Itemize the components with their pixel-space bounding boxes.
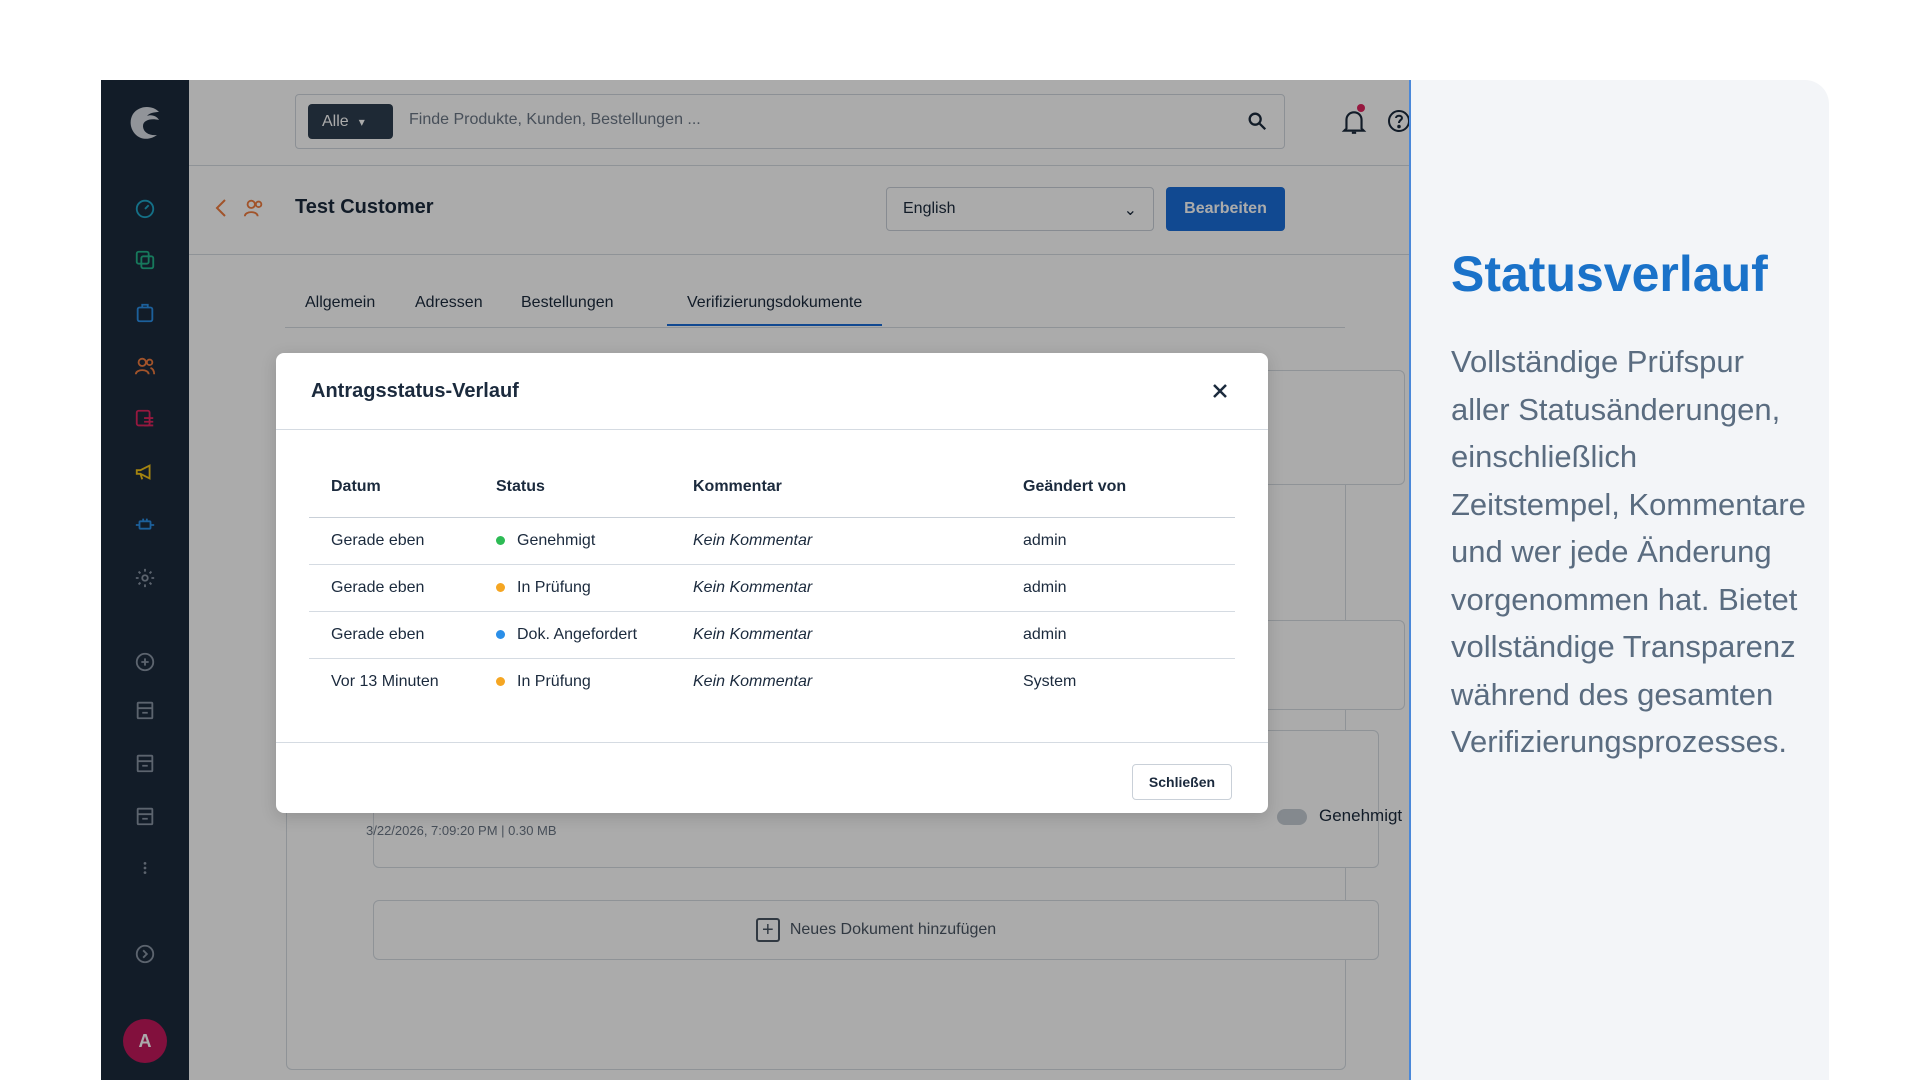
status-dot [496, 629, 505, 639]
row-comment: Kein Kommentar [693, 672, 813, 690]
status-dot [496, 677, 505, 687]
table-row: Gerade eben Genehmigt Kein Kommentar adm… [309, 517, 1235, 565]
table-row: Gerade eben In Prüfung Kein Kommentar ad… [309, 564, 1235, 612]
row-changed-by: System [1023, 672, 1077, 690]
status-history-table: Datum Status Kommentar Geändert von Gera… [309, 457, 1235, 705]
status-label: Dok. Angefordert [517, 625, 638, 643]
status-label: In Prüfung [517, 672, 591, 690]
info-panel: Statusverlauf Vollständige Prüfspur alle… [1409, 80, 1829, 1080]
row-status: In Prüfung [474, 564, 671, 612]
table-row: Gerade eben Dok. Angefordert Kein Kommen… [309, 611, 1235, 659]
info-description: Vollständige Prüfspur aller Statusänderu… [1451, 344, 1806, 759]
row-comment: Kein Kommentar [671, 611, 1001, 659]
info-title: Statusverlauf [1451, 246, 1768, 302]
row-date: Vor 13 Minuten [331, 672, 439, 690]
row-comment: Kein Kommentar [671, 517, 1001, 565]
row-status: Dok. Angefordert [474, 611, 671, 659]
close-button[interactable]: Schließen [1132, 764, 1232, 800]
screenshot-frame: A Alle ▾ Finde Produkte, Kunden, Bestell… [101, 80, 1829, 1080]
row-date: Gerade eben [309, 517, 474, 565]
status-label: In Prüfung [517, 578, 591, 596]
row-changed-by: admin [1001, 564, 1235, 612]
modal-title: Antragsstatus-Verlauf [311, 380, 519, 402]
row-comment: Kein Kommentar [671, 564, 1001, 612]
table-header-row: Datum Status Kommentar Geändert von [309, 457, 1235, 518]
table-row: Vor 13 Minuten In Prüfung Kein Kommentar… [309, 658, 1235, 705]
status-history-modal: Antragsstatus-Verlauf Datum Status Komme… [276, 353, 1268, 813]
status-label: Genehmigt [517, 531, 596, 549]
close-icon[interactable] [1210, 381, 1230, 401]
column-header-comment: Kommentar [671, 457, 1001, 518]
row-date: Gerade eben [309, 564, 474, 612]
row-changed-by: admin [1001, 517, 1235, 565]
column-header-status: Status [474, 457, 671, 518]
row-date: Gerade eben [309, 611, 474, 659]
row-status: In Prüfung [474, 658, 671, 705]
column-header-changed-by: Geändert von [1001, 457, 1235, 518]
modal-header: Antragsstatus-Verlauf [276, 353, 1268, 430]
column-header-date: Datum [309, 457, 474, 518]
modal-footer: Schließen [276, 742, 1268, 813]
row-changed-by: admin [1001, 611, 1235, 659]
status-dot [496, 535, 505, 545]
row-status: Genehmigt [474, 517, 671, 565]
status-dot [496, 582, 505, 592]
